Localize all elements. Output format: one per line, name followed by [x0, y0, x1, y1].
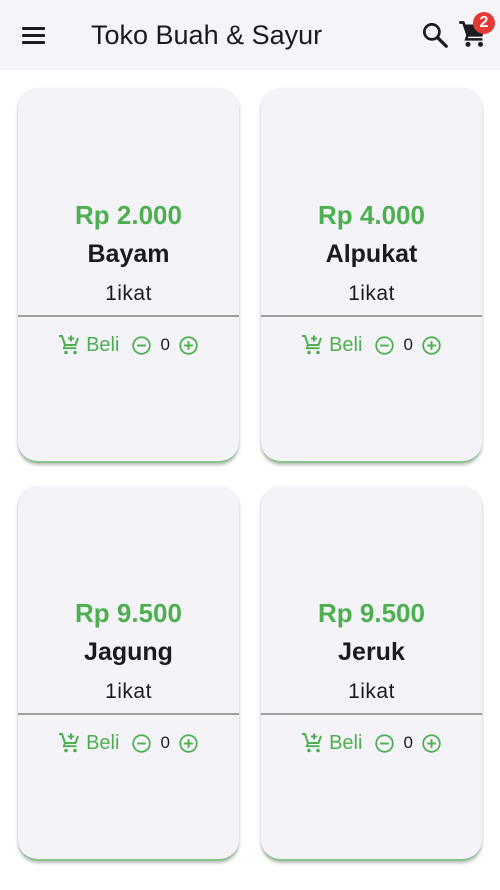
- product-price: Rp 4.000: [318, 200, 425, 230]
- remove-circle-icon[interactable]: [374, 733, 395, 754]
- quantity-stepper: 0: [374, 335, 441, 356]
- quantity-stepper: 0: [374, 733, 441, 754]
- remove-circle-icon[interactable]: [131, 733, 152, 754]
- product-name: Jagung: [84, 638, 173, 666]
- product-price: Rp 9.500: [75, 598, 182, 628]
- buy-label: Beli: [86, 731, 120, 754]
- add-circle-icon[interactable]: [421, 733, 442, 754]
- card-divider: [18, 713, 239, 715]
- add-circle-icon[interactable]: [178, 335, 199, 356]
- card-actions: Beli 0: [261, 729, 482, 757]
- product-unit: 1ikat: [105, 282, 152, 305]
- quantity-value: 0: [403, 733, 413, 752]
- add-circle-icon[interactable]: [421, 335, 442, 356]
- quantity-stepper: 0: [131, 733, 198, 754]
- buy-button[interactable]: Beli: [58, 333, 119, 357]
- product-grid: Rp 2.000 Bayam 1ikat Beli 0 Rp 4.000 Alp…: [0, 0, 500, 890]
- card-actions: Beli 0: [18, 729, 239, 757]
- product-card-jeruk: Rp 9.500 Jeruk 1ikat Beli 0: [261, 486, 482, 861]
- product-name: Alpukat: [325, 240, 418, 268]
- quantity-value: 0: [160, 335, 170, 354]
- product-unit: 1ikat: [105, 680, 152, 703]
- product-price: Rp 2.000: [75, 200, 182, 230]
- add-circle-icon[interactable]: [178, 733, 199, 754]
- quantity-value: 0: [160, 733, 170, 752]
- quantity-value: 0: [403, 335, 413, 354]
- product-unit: 1ikat: [348, 680, 395, 703]
- product-card-alpukat: Rp 4.000 Alpukat 1ikat Beli 0: [261, 88, 482, 463]
- add-shopping-cart-icon: [59, 335, 80, 355]
- quantity-stepper: 0: [131, 335, 198, 356]
- product-name: Bayam: [87, 240, 170, 268]
- buy-label: Beli: [329, 333, 363, 356]
- add-shopping-cart-icon: [59, 733, 80, 753]
- product-name: Jeruk: [338, 638, 405, 666]
- product-price: Rp 9.500: [318, 598, 425, 628]
- card-divider: [261, 315, 482, 317]
- add-shopping-cart-icon: [302, 733, 323, 753]
- buy-button[interactable]: Beli: [58, 731, 119, 755]
- buy-label: Beli: [329, 731, 363, 754]
- add-shopping-cart-icon: [302, 335, 323, 355]
- product-card-jagung: Rp 9.500 Jagung 1ikat Beli 0: [18, 486, 239, 861]
- card-divider: [261, 713, 482, 715]
- product-unit: 1ikat: [348, 282, 395, 305]
- product-card-bayam: Rp 2.000 Bayam 1ikat Beli 0: [18, 88, 239, 463]
- buy-label: Beli: [86, 333, 120, 356]
- remove-circle-icon[interactable]: [374, 335, 395, 356]
- card-actions: Beli 0: [261, 331, 482, 359]
- buy-button[interactable]: Beli: [301, 333, 362, 357]
- card-actions: Beli 0: [18, 331, 239, 359]
- card-divider: [18, 315, 239, 317]
- remove-circle-icon[interactable]: [131, 335, 152, 356]
- buy-button[interactable]: Beli: [301, 731, 362, 755]
